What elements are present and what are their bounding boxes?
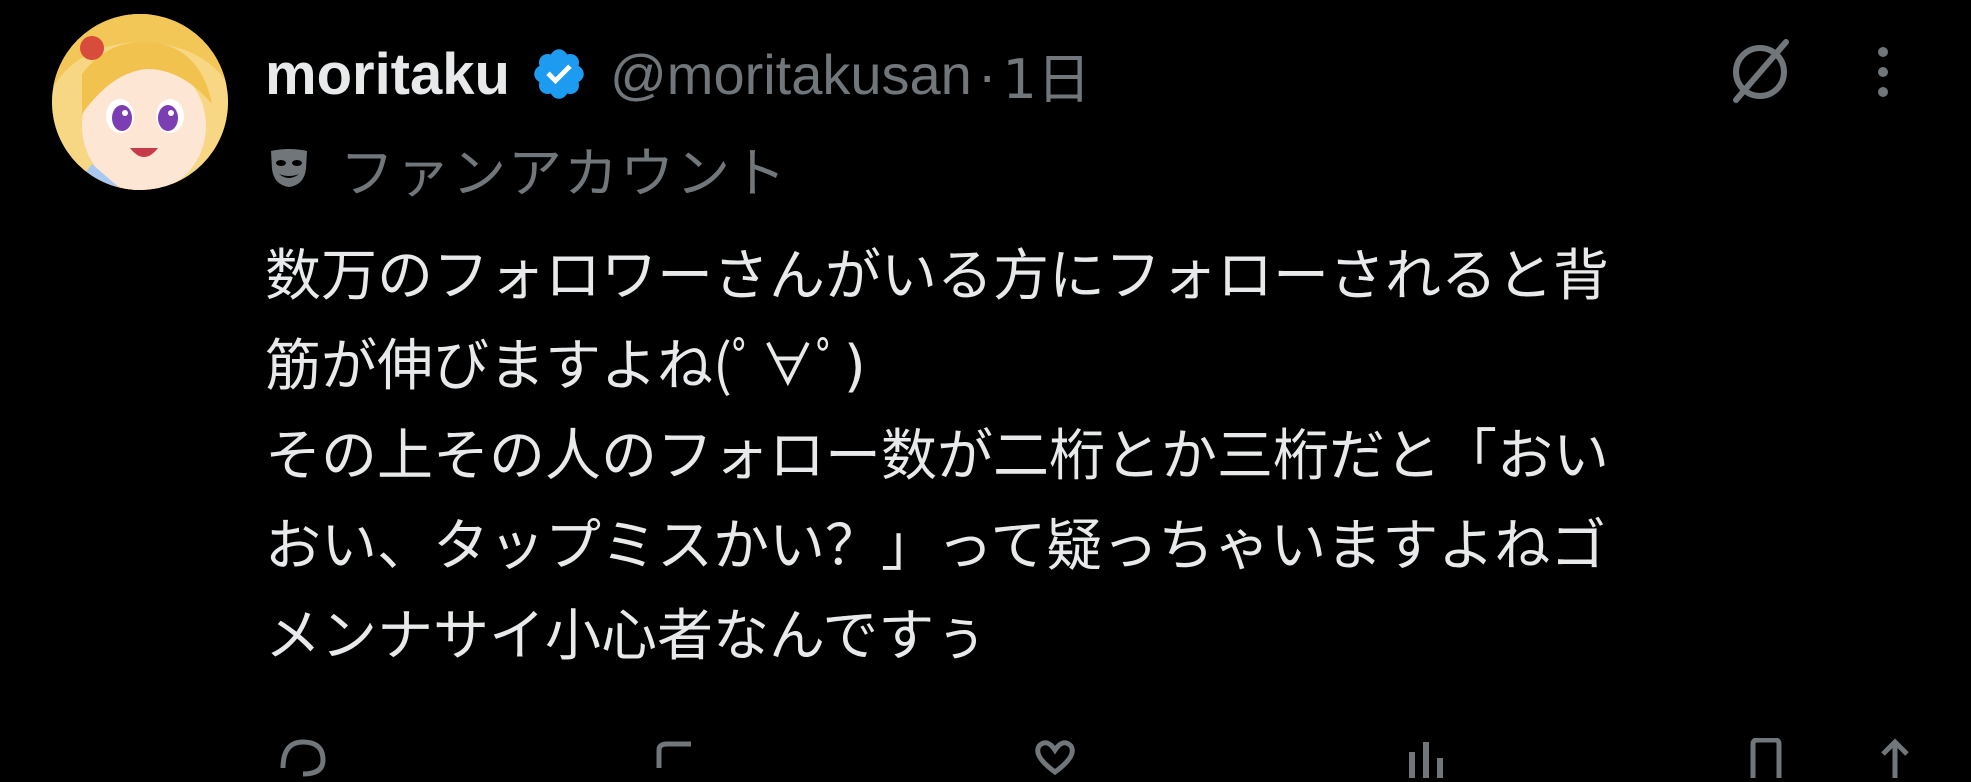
tweet-text-line: その上その人のフォロー数が二桁とか三桁だと「おい — [265, 424, 1609, 489]
tweet-actions — [265, 737, 1925, 778]
more-options-icon[interactable] — [1858, 30, 1908, 110]
verified-badge-icon[interactable] — [530, 45, 588, 103]
reply-icon[interactable] — [273, 738, 333, 778]
tweet-header: moritaku @moritakusan · 1日 — [265, 34, 1091, 114]
display-name[interactable]: moritaku — [265, 41, 510, 108]
tweet-text-line: 筋が伸びますよね(ﾟ∀ﾟ) — [265, 334, 866, 399]
views-icon[interactable] — [1395, 738, 1455, 778]
separator-dot: · — [977, 42, 997, 106]
tweet-text-line: メンナサイ小心者なんですぅ — [265, 604, 989, 669]
tweet[interactable]: moritaku @moritakusan · 1日 ファンアカウント 数万のフ… — [0, 0, 1971, 778]
avatar[interactable] — [52, 14, 228, 190]
theater-mask-icon — [268, 147, 310, 189]
grok-icon[interactable] — [1720, 30, 1800, 110]
repost-icon[interactable] — [645, 738, 705, 778]
tweet-text: 数万のフォロワーさんがいる方にフォローされると背 筋が伸びますよね(ﾟ∀ﾟ) そ… — [265, 232, 1945, 682]
tweet-text-line: 数万のフォロワーさんがいる方にフォローされると背 — [265, 244, 1609, 309]
tweet-text-line: おい、タップミスかい？」って疑っちゃいますよねゴ — [265, 514, 1607, 579]
like-icon[interactable] — [1025, 738, 1085, 778]
user-handle[interactable]: @moritakusan — [610, 42, 972, 107]
timestamp[interactable]: 1日 — [1002, 35, 1090, 114]
account-label[interactable]: ファンアカウント — [268, 135, 788, 205]
share-icon[interactable] — [1865, 738, 1925, 778]
bookmark-icon[interactable] — [1735, 737, 1795, 778]
account-label-text: ファンアカウント — [340, 141, 788, 205]
